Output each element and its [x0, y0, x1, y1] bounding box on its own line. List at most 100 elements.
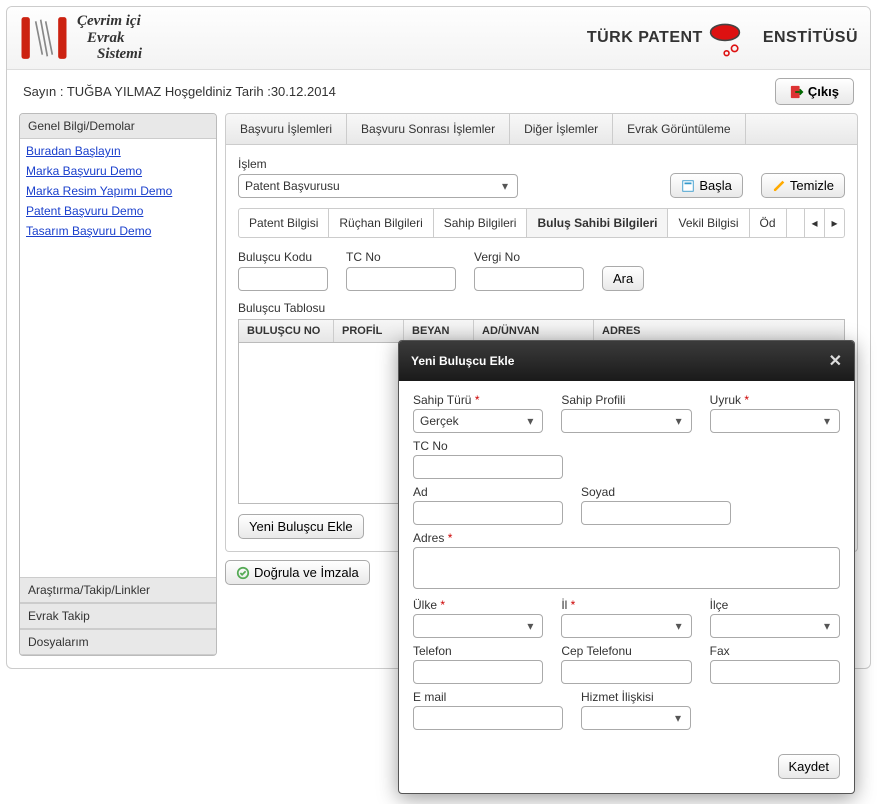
th-adres: ADRES: [594, 320, 844, 342]
cep-label: Cep Telefonu: [561, 644, 691, 658]
tab-evrak-goruntuleme[interactable]: Evrak Görüntüleme: [613, 114, 745, 144]
islem-value: Patent Başvurusu: [245, 179, 511, 193]
uyruk-label: Uyruk: [710, 393, 840, 407]
temizle-label: Temizle: [790, 178, 834, 193]
sidebar-link-marka-resim-demo[interactable]: Marka Resim Yapımı Demo: [26, 181, 210, 201]
adres-label: Adres: [413, 531, 840, 545]
temizle-button[interactable]: Temizle: [761, 173, 845, 198]
sidebar-link-patent-demo[interactable]: Patent Başvuru Demo: [26, 201, 210, 221]
yeni-buluscu-button[interactable]: Yeni Buluşcu Ekle: [238, 514, 364, 539]
dlg-tcno-input[interactable]: [413, 455, 563, 479]
ad-label: Ad: [413, 485, 563, 499]
top-tabs: Başvuru İşlemleri Başvuru Sonrası İşleml…: [225, 113, 858, 145]
brand-logo: TÜRK PATENT ENSTİTÜSÜ: [587, 18, 858, 58]
ilce-select[interactable]: ▾: [710, 614, 840, 638]
kaydet-label: Kaydet: [789, 759, 829, 774]
telefon-label: Telefon: [413, 644, 543, 658]
ad-input[interactable]: [413, 501, 563, 525]
logout-icon: [790, 85, 804, 99]
app-title-line2: Evrak: [77, 30, 142, 47]
chevron-down-icon: ▾: [819, 618, 835, 634]
chevron-down-icon: ▾: [670, 710, 686, 726]
inner-tabs: Patent Bilgisi Rüçhan Bilgileri Sahip Bi…: [238, 208, 845, 238]
sahip-turu-select[interactable]: Gerçek▾: [413, 409, 543, 433]
il-select[interactable]: ▾: [561, 614, 691, 638]
app-logo: Çevrim içi Evrak Sistemi: [19, 13, 142, 63]
islem-select[interactable]: Patent Başvurusu ▾: [238, 174, 518, 198]
chevron-down-icon: ▾: [497, 178, 513, 194]
tab-diger-islemler[interactable]: Diğer İşlemler: [510, 114, 613, 144]
dialog-close-button[interactable]: ✕: [829, 351, 842, 371]
fax-label: Fax: [710, 644, 840, 658]
cep-input[interactable]: [561, 660, 691, 684]
sahip-profili-select[interactable]: ▾: [561, 409, 691, 433]
th-buluscu-no: BULUŞCU NO: [239, 320, 334, 342]
sidebar-link-start[interactable]: Buradan Başlayın: [26, 141, 210, 161]
tab-patent-bilgisi[interactable]: Patent Bilgisi: [239, 209, 329, 237]
sidebar-link-tasarim-demo[interactable]: Tasarım Başvuru Demo: [26, 221, 210, 241]
islem-label: İşlem: [238, 157, 652, 171]
il-label: İl: [561, 598, 691, 612]
sidebar-links: Buradan Başlayın Marka Başvuru Demo Mark…: [20, 139, 216, 247]
sidebar: Genel Bilgi/Demolar Buradan Başlayın Mar…: [19, 113, 217, 656]
tab-bulus-sahibi[interactable]: Buluş Sahibi Bilgileri: [527, 209, 668, 237]
tab-vekil[interactable]: Vekil Bilgisi: [668, 209, 749, 237]
vergino-input[interactable]: [474, 267, 584, 291]
tab-scroll-left[interactable]: ◂: [804, 209, 824, 237]
tab-basvuru-islemleri[interactable]: Başvuru İşlemleri: [226, 114, 347, 144]
welcome-text: Sayın : TUĞBA YILMAZ Hoşgeldiniz Tarih :…: [23, 84, 336, 99]
yeni-buluscu-label: Yeni Buluşcu Ekle: [249, 519, 353, 534]
tab-odeme[interactable]: Öd: [750, 209, 787, 237]
ulke-select[interactable]: ▾: [413, 614, 543, 638]
sidebar-section-evrak-takip[interactable]: Evrak Takip: [20, 603, 216, 629]
sidebar-link-marka-demo[interactable]: Marka Başvuru Demo: [26, 161, 210, 181]
ilce-label: İlçe: [710, 598, 840, 612]
fax-input[interactable]: [710, 660, 840, 684]
hizmet-label: Hizmet İlişkisi: [581, 690, 691, 704]
dialog-titlebar: Yeni Buluşcu Ekle ✕: [399, 341, 854, 381]
chevron-down-icon: ▾: [522, 618, 538, 634]
soyad-input[interactable]: [581, 501, 731, 525]
dialog-footer: Kaydet: [399, 744, 854, 793]
tcno-input[interactable]: [346, 267, 456, 291]
sidebar-section-arastirma[interactable]: Araştırma/Takip/Linkler: [20, 577, 216, 603]
logout-button[interactable]: Çıkış: [775, 78, 854, 105]
sidebar-section-demolar[interactable]: Genel Bilgi/Demolar: [20, 114, 216, 139]
buluscu-kodu-label: Buluşcu Kodu: [238, 250, 328, 264]
kaydet-button[interactable]: Kaydet: [778, 754, 840, 779]
email-input[interactable]: [413, 706, 563, 730]
validate-icon: [236, 566, 250, 580]
brand-text-b: ENSTİTÜSÜ: [763, 29, 858, 47]
sidebar-section-dosyalarim[interactable]: Dosyalarım: [20, 629, 216, 655]
th-profil: PROFİL: [334, 320, 404, 342]
tab-sahip[interactable]: Sahip Bilgileri: [434, 209, 528, 237]
th-ad-unvan: AD/ÜNVAN: [474, 320, 594, 342]
soyad-label: Soyad: [581, 485, 731, 499]
tab-ruchan[interactable]: Rüçhan Bilgileri: [329, 209, 433, 237]
basla-label: Başla: [699, 178, 732, 193]
th-beyan: BEYAN: [404, 320, 474, 342]
chevron-down-icon: ▾: [671, 413, 687, 429]
chevron-down-icon: ▾: [522, 413, 538, 429]
dogrula-imzala-button[interactable]: Doğrula ve İmzala: [225, 560, 370, 585]
start-icon: [681, 179, 695, 193]
ulke-label: Ülke: [413, 598, 543, 612]
sahip-profili-label: Sahip Profili: [561, 393, 691, 407]
dlg-tcno-label: TC No: [413, 439, 563, 453]
ara-button[interactable]: Ara: [602, 266, 644, 291]
tab-scroll: ◂ ▸: [804, 209, 844, 237]
hizmet-select[interactable]: ▾: [581, 706, 691, 730]
tab-scroll-right[interactable]: ▸: [824, 209, 844, 237]
app-title-line1: Çevrim içi: [77, 13, 142, 30]
buluscu-kodu-input[interactable]: [238, 267, 328, 291]
chevron-down-icon: ▾: [671, 618, 687, 634]
email-label: E mail: [413, 690, 563, 704]
uyruk-select[interactable]: ▾: [710, 409, 840, 433]
adres-input[interactable]: [413, 547, 840, 589]
telefon-input[interactable]: [413, 660, 543, 684]
vergino-label: Vergi No: [474, 250, 584, 264]
basla-button[interactable]: Başla: [670, 173, 743, 198]
tab-basvuru-sonrasi[interactable]: Başvuru Sonrası İşlemler: [347, 114, 510, 144]
dialog-body: Sahip Türü Gerçek▾ Sahip Profili ▾ Uyruk…: [399, 381, 854, 744]
sahip-turu-value: Gerçek: [420, 414, 536, 428]
